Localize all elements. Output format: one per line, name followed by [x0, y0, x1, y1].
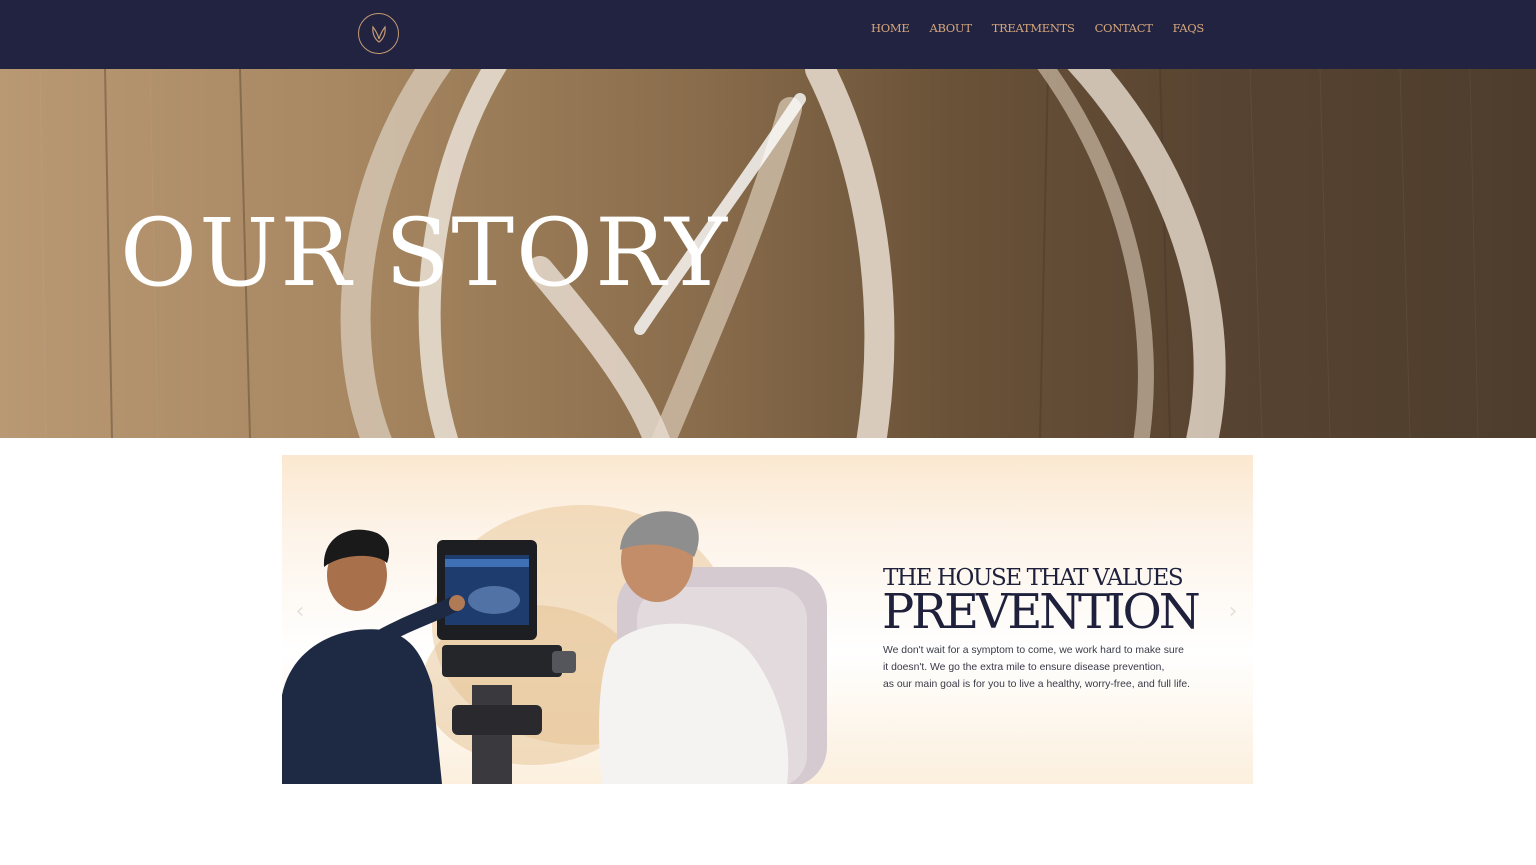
doctor-patient-ultrasound-photo: [282, 505, 827, 784]
chevron-right-icon: ›: [1228, 599, 1238, 624]
banner-body-line: We don't wait for a symptom to come, we …: [883, 645, 1184, 656]
hero-section: OUR STORY: [0, 69, 1536, 438]
slider-prev-button[interactable]: ‹: [290, 599, 310, 625]
banner-body: We don't wait for a symptom to come, we …: [883, 642, 1203, 693]
chevron-left-icon: ‹: [295, 599, 305, 624]
nav-faqs[interactable]: FAQS: [1173, 20, 1205, 36]
nav-treatments[interactable]: TREATMENTS: [992, 20, 1075, 36]
banner-title: PREVENTION: [882, 584, 1201, 640]
slider-next-button[interactable]: ›: [1223, 599, 1243, 625]
logo[interactable]: [358, 13, 399, 54]
site-header: HOME ABOUT TREATMENTS CONTACT FAQS: [0, 0, 1536, 69]
main-nav: HOME ABOUT TREATMENTS CONTACT FAQS: [871, 20, 1204, 36]
banner-body-line: as our main goal is for you to live a he…: [883, 679, 1191, 690]
nav-home[interactable]: HOME: [871, 20, 910, 36]
nav-contact[interactable]: CONTACT: [1095, 20, 1153, 36]
leaf-monogram-icon: [371, 24, 386, 43]
page-title: OUR STORY: [120, 199, 730, 308]
prevention-banner-slide: ‹ › THE HOUSE THAT VALUES PREVENTION We …: [282, 455, 1253, 784]
banner-body-line: it doesn't. We go the extra mile to ensu…: [883, 662, 1165, 673]
nav-about[interactable]: ABOUT: [929, 20, 972, 36]
